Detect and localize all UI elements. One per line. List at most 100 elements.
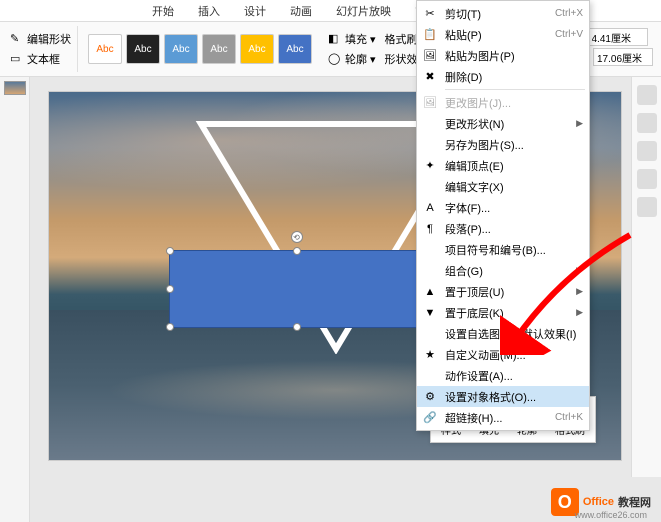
style-preset-3[interactable]: Abc <box>164 34 198 64</box>
menu-item-17[interactable]: ★自定义动画(M)... <box>417 344 589 365</box>
delete-icon: ✖ <box>421 70 439 84</box>
tab-insert[interactable]: 插入 <box>186 0 232 21</box>
watermark-url: www.office26.com <box>575 510 647 520</box>
font-icon: A <box>421 201 439 215</box>
menu-label: 删除(D) <box>445 69 583 85</box>
menu-separator <box>445 89 585 90</box>
menu-item-10[interactable]: A 字体(F)... <box>417 197 589 218</box>
menu-shortcut: Ctrl+X <box>555 8 583 19</box>
resize-handle-s[interactable] <box>293 323 301 331</box>
resize-handle-w[interactable] <box>166 285 174 293</box>
menu-item-8[interactable]: ✦ 编辑顶点(E) <box>417 155 589 176</box>
menu-item-12[interactable]: 项目符号和编号(B)... <box>417 239 589 260</box>
resize-handle-nw[interactable] <box>166 247 174 255</box>
format-painter-label: 格式刷 <box>385 31 418 47</box>
menu-label: 置于底层(K) <box>445 305 576 321</box>
shape-styles-gallery: Abc Abc Abc Abc Abc Abc <box>82 26 318 72</box>
menu-item-9[interactable]: 编辑文字(X) <box>417 176 589 197</box>
paragraph-icon: ¶ <box>421 222 439 236</box>
menu-item-18[interactable]: 动作设置(A)... <box>417 365 589 386</box>
style-preset-2[interactable]: Abc <box>126 34 160 64</box>
menu-label: 置于顶层(U) <box>445 284 576 300</box>
style-preset-1[interactable]: Abc <box>88 34 122 64</box>
textbox-icon: ▭ <box>10 52 24 66</box>
panel-icon-4[interactable] <box>637 169 657 189</box>
resize-handle-n[interactable] <box>293 247 301 255</box>
menu-item-6[interactable]: 更改形状(N)▶ <box>417 113 589 134</box>
format-icon: ⚙ <box>421 390 439 404</box>
panel-icon-2[interactable] <box>637 113 657 133</box>
outline-label: 轮廓 <box>345 51 367 67</box>
menu-item-2[interactable]: 🖼粘贴为图片(P) <box>417 45 589 66</box>
cut-icon: ✂ <box>421 7 439 21</box>
menu-item-0[interactable]: ✂ 剪切(T)Ctrl+X <box>417 3 589 24</box>
textbox-button[interactable]: ▭ 文本框 <box>8 50 73 68</box>
panel-icon-3[interactable] <box>637 141 657 161</box>
anim-icon: ★ <box>421 348 439 362</box>
style-preset-6[interactable]: Abc <box>278 34 312 64</box>
watermark-text-1: Office <box>583 496 614 508</box>
menu-label: 剪切(T) <box>445 6 555 22</box>
submenu-arrow-icon: ▶ <box>576 307 583 318</box>
menu-item-20[interactable]: 🔗超链接(H)...Ctrl+K <box>417 407 589 428</box>
tab-design[interactable]: 设计 <box>232 0 278 21</box>
height-input[interactable] <box>588 28 648 46</box>
back-icon: ▼ <box>421 306 439 320</box>
copy-icon: 📋 <box>421 28 439 42</box>
style-preset-4[interactable]: Abc <box>202 34 236 64</box>
slide-thumbnail-1[interactable] <box>4 81 26 95</box>
edit-shape-button[interactable]: ✎ 编辑形状 <box>8 30 73 48</box>
fill-label: 填充 <box>345 31 367 47</box>
tab-start[interactable]: 开始 <box>140 0 186 21</box>
menu-item-3[interactable]: ✖ 删除(D) <box>417 66 589 87</box>
submenu-arrow-icon: ▶ <box>576 118 583 129</box>
right-side-panel <box>631 77 661 477</box>
blank-icon <box>421 180 439 194</box>
panel-icon-1[interactable] <box>637 85 657 105</box>
edit-points-icon: ✦ <box>421 159 439 173</box>
menu-label: 编辑顶点(E) <box>445 158 583 174</box>
menu-item-15[interactable]: ▼ 置于底层(K)▶ <box>417 302 589 323</box>
link-icon: 🔗 <box>421 411 439 425</box>
menu-item-1[interactable]: 📋粘贴(P)Ctrl+V <box>417 24 589 45</box>
edit-shape-label: 编辑形状 <box>27 31 71 47</box>
menu-label: 设置自选图形的默认效果(I) <box>445 326 583 342</box>
tab-slideshow[interactable]: 幻灯片放映 <box>324 0 403 21</box>
menu-item-14[interactable]: ▲ 置于顶层(U)▶ <box>417 281 589 302</box>
change-pic-icon: 🖼 <box>421 96 439 110</box>
menu-item-19[interactable]: ⚙设置对象格式(O)... <box>417 386 589 407</box>
style-preset-5[interactable]: Abc <box>240 34 274 64</box>
menu-label: 更改图片(J)... <box>445 95 583 111</box>
menu-label: 粘贴(P) <box>445 27 555 43</box>
slide-thumbnail-panel <box>0 77 30 522</box>
blank-icon <box>421 264 439 278</box>
menu-label: 另存为图片(S)... <box>445 137 583 153</box>
front-icon: ▲ <box>421 285 439 299</box>
menu-item-7[interactable]: 另存为图片(S)... <box>417 134 589 155</box>
menu-label: 粘贴为图片(P) <box>445 48 583 64</box>
menu-label: 超链接(H)... <box>445 410 555 426</box>
edit-shape-section: ✎ 编辑形状 ▭ 文本框 <box>4 26 78 72</box>
resize-handle-sw[interactable] <box>166 323 174 331</box>
blank-icon <box>421 243 439 257</box>
blank-icon <box>421 369 439 383</box>
panel-icon-5[interactable] <box>637 197 657 217</box>
submenu-arrow-icon: ▶ <box>576 265 583 276</box>
menu-item-11[interactable]: ¶段落(P)... <box>417 218 589 239</box>
fill-icon: ◧ <box>328 32 342 46</box>
tab-animation[interactable]: 动画 <box>278 0 324 21</box>
menu-item-13[interactable]: 组合(G)▶ <box>417 260 589 281</box>
menu-label: 项目符号和编号(B)... <box>445 242 583 258</box>
menu-label: 编辑文字(X) <box>445 179 583 195</box>
context-menu: ✂剪切(T)Ctrl+X📋粘贴(P)Ctrl+V🖼粘贴为图片(P)✖删除(D)🖼… <box>416 0 590 431</box>
textbox-label: 文本框 <box>27 51 60 67</box>
menu-item-16[interactable]: 设置自选图形的默认效果(I) <box>417 323 589 344</box>
menu-label: 字体(F)... <box>445 200 583 216</box>
rotate-handle[interactable]: ⟲ <box>291 231 303 243</box>
menu-label: 动作设置(A)... <box>445 368 583 384</box>
selected-rectangle-shape[interactable]: ⟲ <box>169 250 424 328</box>
outline-icon: ◯ <box>328 52 342 66</box>
width-input[interactable] <box>593 48 653 66</box>
submenu-arrow-icon: ▶ <box>576 286 583 297</box>
blank-icon <box>421 327 439 341</box>
